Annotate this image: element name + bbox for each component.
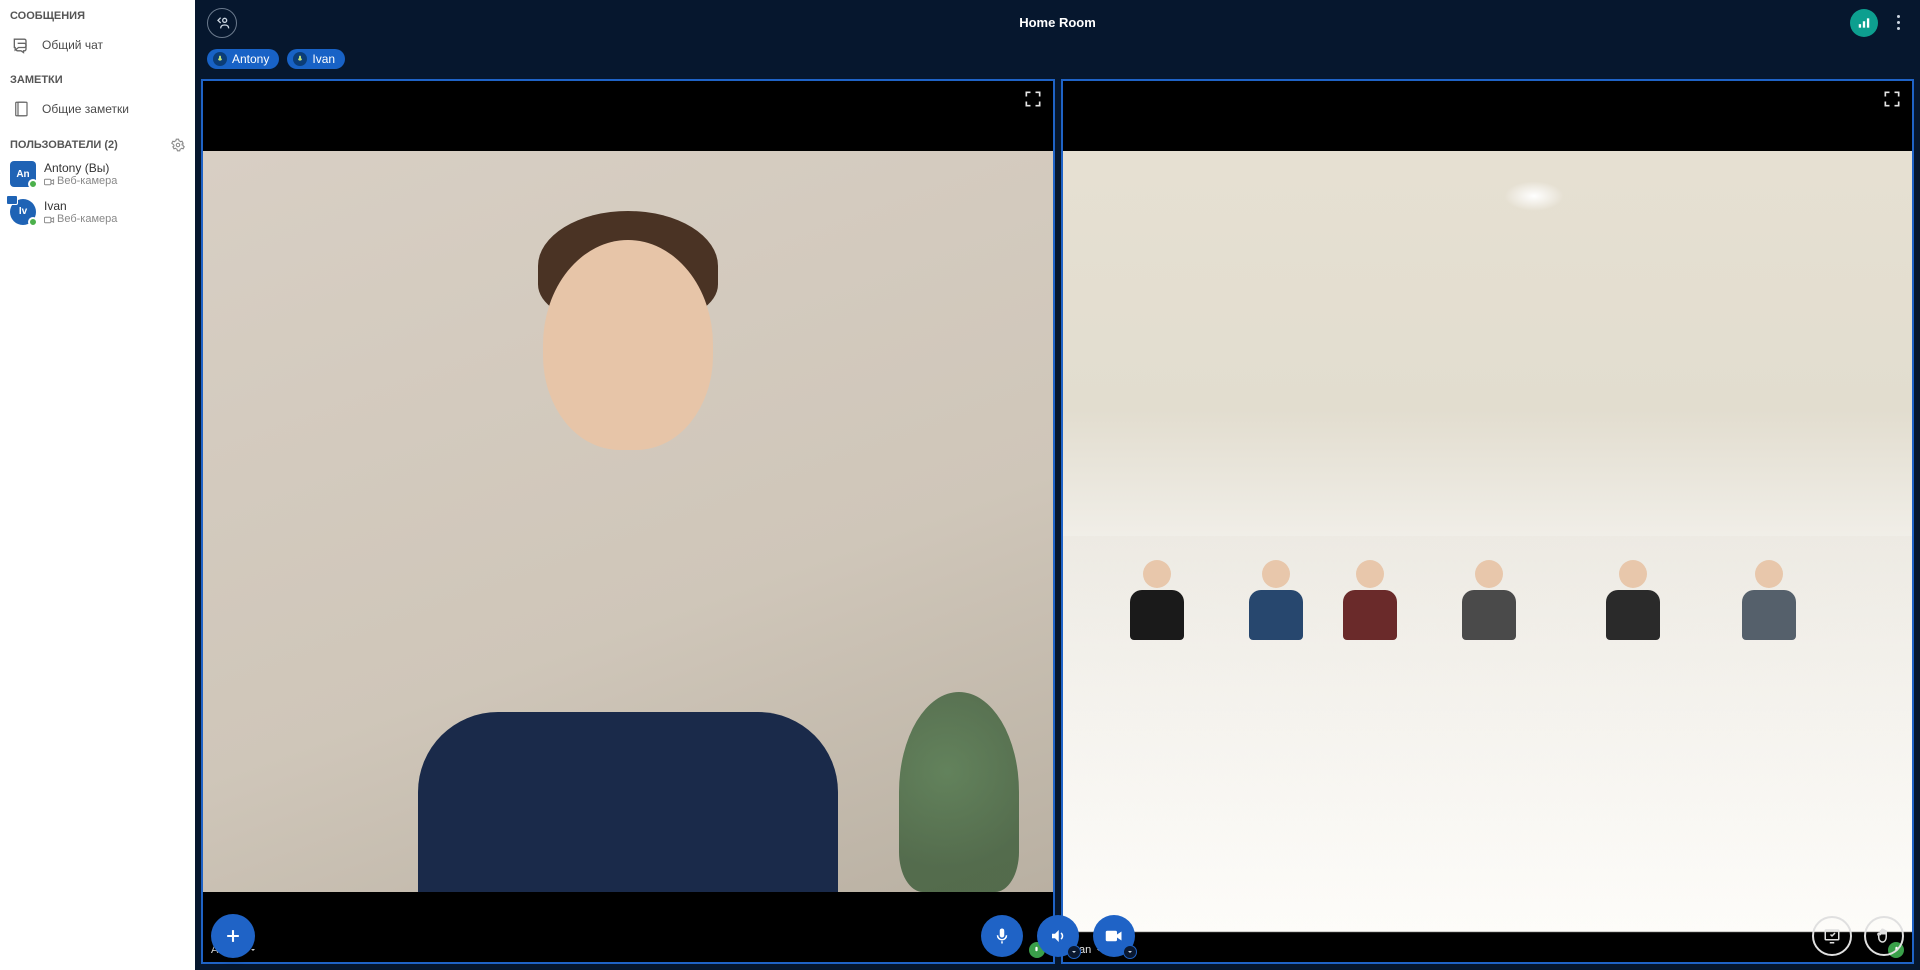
raise-hand-button[interactable] bbox=[1864, 916, 1904, 956]
mic-icon bbox=[293, 52, 307, 66]
status-dot-icon bbox=[28, 179, 38, 189]
chat-icon bbox=[10, 34, 32, 56]
user-sub-text: Веб-камера bbox=[57, 175, 117, 188]
speaker-pill-antony[interactable]: Antony bbox=[207, 49, 279, 69]
shared-notes-item[interactable]: Общие заметки bbox=[0, 90, 195, 128]
public-chat-label: Общий чат bbox=[42, 38, 103, 52]
shared-notes-label: Общие заметки bbox=[42, 102, 129, 116]
audio-button[interactable] bbox=[1037, 915, 1079, 957]
user-name-label: Ivan bbox=[44, 199, 117, 213]
user-info: Antony (Вы) Веб-камера bbox=[44, 161, 117, 189]
user-row-ivan[interactable]: Iv Ivan Веб-камера bbox=[0, 194, 195, 232]
user-info: Ivan Веб-камера bbox=[44, 199, 117, 227]
chevron-down-icon bbox=[1067, 945, 1081, 959]
notes-section-title: ЗАМЕТКИ bbox=[0, 64, 195, 90]
avatar-initials: Iv bbox=[19, 206, 27, 217]
avatar: Iv bbox=[10, 199, 36, 225]
webcam-icon bbox=[44, 178, 55, 186]
mic-icon bbox=[213, 52, 227, 66]
video-tile-antony: Antony bbox=[201, 79, 1055, 964]
status-dot-icon bbox=[28, 217, 38, 227]
video-feed bbox=[203, 81, 1053, 962]
speaker-pill-ivan[interactable]: Ivan bbox=[287, 49, 345, 69]
user-sub-label: Веб-камера bbox=[44, 213, 117, 226]
speaker-name: Ivan bbox=[312, 52, 335, 66]
chevron-down-icon bbox=[1123, 945, 1137, 959]
messages-label: СООБЩЕНИЯ bbox=[10, 10, 85, 22]
connection-status-button[interactable] bbox=[1850, 9, 1878, 37]
users-label: ПОЛЬЗОВАТЕЛИ (2) bbox=[10, 139, 118, 151]
messages-section-title: СООБЩЕНИЯ bbox=[0, 0, 195, 26]
speaker-indicators: Antony Ivan bbox=[195, 45, 1920, 75]
speaker-name: Antony bbox=[232, 52, 269, 66]
sidebar: СООБЩЕНИЯ Общий чат ЗАМЕТКИ Общие заметк… bbox=[0, 0, 195, 970]
users-section-title: ПОЛЬЗОВАТЕЛИ (2) bbox=[0, 128, 195, 156]
user-sub-text: Веб-камера bbox=[57, 213, 117, 226]
top-bar: Home Room bbox=[195, 0, 1920, 45]
present-button[interactable] bbox=[1812, 916, 1852, 956]
video-tile-ivan: Ivan bbox=[1061, 79, 1915, 964]
fullscreen-button[interactable] bbox=[1882, 89, 1904, 111]
webcam-icon bbox=[44, 216, 55, 224]
user-name-label: Antony (Вы) bbox=[44, 161, 117, 175]
main-area: Home Room Antony Ivan bbox=[195, 0, 1920, 970]
notes-label: ЗАМЕТКИ bbox=[10, 74, 63, 86]
actions-button[interactable] bbox=[211, 914, 255, 958]
presenter-icon bbox=[6, 195, 18, 205]
avatar: An bbox=[10, 161, 36, 187]
user-sub-label: Веб-камера bbox=[44, 175, 117, 188]
bottom-toolbar bbox=[195, 914, 1920, 958]
toggle-userlist-button[interactable] bbox=[207, 8, 237, 38]
user-row-antony[interactable]: An Antony (Вы) Веб-камера bbox=[0, 156, 195, 194]
video-grid: Antony bbox=[195, 75, 1920, 970]
avatar-initials: An bbox=[16, 169, 29, 180]
video-feed bbox=[1063, 81, 1913, 962]
mute-mic-button[interactable] bbox=[981, 915, 1023, 957]
options-menu-button[interactable] bbox=[1888, 15, 1908, 30]
room-title: Home Room bbox=[1019, 15, 1096, 30]
public-chat-item[interactable]: Общий чат bbox=[0, 26, 195, 64]
fullscreen-button[interactable] bbox=[1023, 89, 1045, 111]
camera-button[interactable] bbox=[1093, 915, 1135, 957]
gear-icon[interactable] bbox=[171, 138, 185, 152]
notes-icon bbox=[10, 98, 32, 120]
